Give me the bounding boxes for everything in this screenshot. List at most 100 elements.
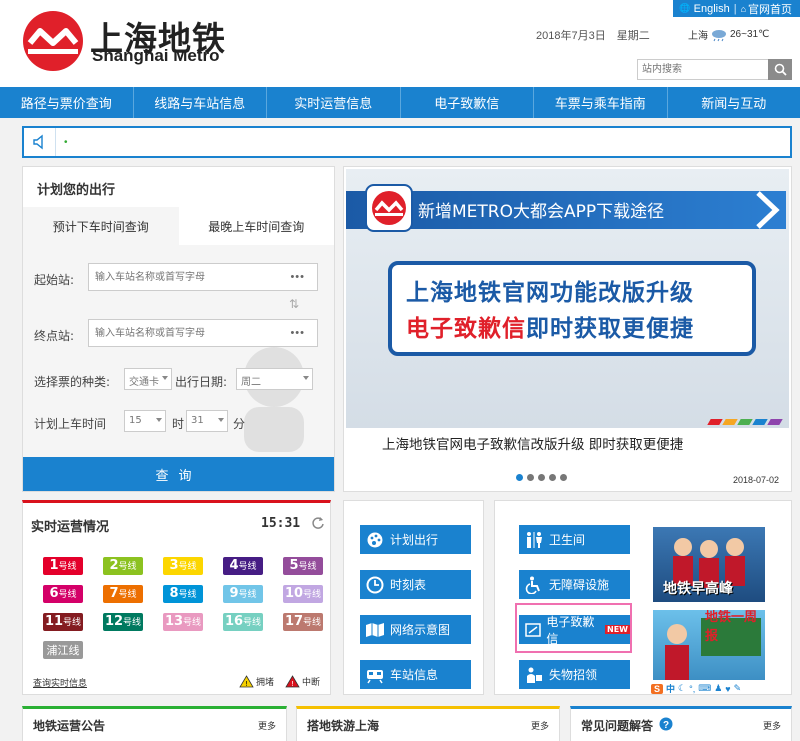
nav-realtime[interactable]: 实时运营信息 xyxy=(267,87,401,118)
network-map-button[interactable]: 网络示意图 xyxy=(360,615,471,644)
moon-icon[interactable]: ☾ xyxy=(678,683,686,694)
ticket-type-select[interactable]: 交通卡 xyxy=(124,368,172,390)
carousel-dot[interactable] xyxy=(538,474,545,481)
lost-found-label: 失物招领 xyxy=(549,668,598,682)
keyboard-icon[interactable]: ⌨ xyxy=(698,683,711,694)
line-badge-10[interactable]: 10 号线 xyxy=(283,585,323,603)
legend-interrupted-label: 中断 xyxy=(302,678,321,688)
operation-notice-more-link[interactable]: 更多 xyxy=(258,719,276,732)
line-badge-3[interactable]: 3 号线 xyxy=(163,557,203,575)
promo-weekly[interactable]: 地铁一周报 xyxy=(653,610,765,680)
carousel-dot[interactable] xyxy=(549,474,556,481)
news-banner: 新增METRO大都会APP下载途径 上海地铁官网功能改版升级 电子致歉信即时获取… xyxy=(343,166,792,492)
line-badge-4[interactable]: 4 号线 xyxy=(223,557,263,575)
search-button[interactable] xyxy=(768,59,792,80)
nav-apology-letter[interactable]: 电子致歉信 xyxy=(401,87,534,118)
carousel-dot[interactable] xyxy=(560,474,567,481)
line-number: 10 xyxy=(284,586,304,601)
line-badge-1[interactable]: 1 号线 xyxy=(43,557,83,575)
realtime-clock: 15:31 xyxy=(261,516,301,531)
carousel-dot[interactable] xyxy=(527,474,534,481)
query-button[interactable]: 查询 xyxy=(23,457,334,491)
legend-congested-label: 拥堵 xyxy=(256,678,275,688)
plan-trip-button[interactable]: 计划出行 xyxy=(360,525,471,554)
english-link[interactable]: English xyxy=(694,3,730,15)
end-station-input[interactable] xyxy=(89,320,279,346)
line-unit: 号线 xyxy=(63,618,82,628)
nav-tickets-guide[interactable]: 车票与乘车指南 xyxy=(534,87,668,118)
logo-english-text: Shanghai Metro xyxy=(92,46,220,65)
line-badge-9[interactable]: 9 号线 xyxy=(223,585,263,603)
line-unit: 号线 xyxy=(303,590,322,600)
nav-route-fare[interactable]: 路径与票价查询 xyxy=(0,87,134,118)
line-number: 2 xyxy=(109,558,119,573)
line-badge-17[interactable]: 17 号线 xyxy=(283,613,323,631)
carousel-dot[interactable] xyxy=(516,474,523,481)
home-icon: ⌂ xyxy=(740,3,746,14)
chevron-down-icon xyxy=(162,376,168,380)
hour-select[interactable]: 15 xyxy=(124,410,166,432)
shanghai-metro-logo-icon[interactable] xyxy=(22,10,84,72)
accessibility-button[interactable]: 无障碍设施 xyxy=(519,570,630,599)
promo-morning-peak[interactable]: 地铁早高峰 xyxy=(653,527,765,602)
board-line-2: 电子致歉信即时获取更便捷 xyxy=(406,309,694,343)
weekday-text: 星期二 xyxy=(616,30,650,42)
end-station-label: 终点站: xyxy=(34,329,75,343)
end-station-more-button[interactable]: ••• xyxy=(290,327,305,339)
toilet-button[interactable]: 卫生间 xyxy=(519,525,630,554)
banner-image[interactable]: 新增METRO大都会APP下载途径 上海地铁官网功能改版升级 电子致歉信即时获取… xyxy=(346,169,789,428)
line-badge-5[interactable]: 5 号线 xyxy=(283,557,323,575)
tab-last-train[interactable]: 最晚上车时间查询 xyxy=(178,207,334,245)
start-station-more-button[interactable]: ••• xyxy=(290,271,305,283)
line-badge-8[interactable]: 8 号线 xyxy=(163,585,203,603)
chevron-right-icon xyxy=(756,191,780,229)
color-stripe xyxy=(767,419,783,425)
line-badge-6[interactable]: 6 号线 xyxy=(43,585,83,603)
wrench-icon[interactable]: ✎ xyxy=(734,683,742,694)
start-station-input[interactable] xyxy=(89,264,279,290)
line-badge-2[interactable]: 2 号线 xyxy=(103,557,143,575)
train-icon xyxy=(360,666,390,684)
line-badge-7[interactable]: 7 号线 xyxy=(103,585,143,603)
promo-weekly-title: 地铁一周报 xyxy=(705,610,758,644)
station-info-button[interactable]: 车站信息 xyxy=(360,660,471,689)
tab-arrival-time[interactable]: 预计下车时间查询 xyxy=(23,207,179,245)
line-number: 6 xyxy=(49,586,59,601)
official-home-link[interactable]: 官网首页 xyxy=(748,1,792,17)
travel-date-select[interactable]: 周二 xyxy=(236,368,313,390)
line-unit: 号线 xyxy=(178,562,197,572)
color-stripe xyxy=(707,419,723,425)
line-unit: 号线 xyxy=(118,590,137,600)
banner-caption[interactable]: 上海地铁官网电子致歉信改版升级 即时获取更便捷 xyxy=(382,433,683,453)
nav-lines-stations[interactable]: 线路与车站信息 xyxy=(134,87,267,118)
search-input[interactable] xyxy=(638,60,766,79)
promo-morning-peak-title: 地铁早高峰 xyxy=(663,581,733,597)
realtime-query-link[interactable]: 查询实时信息 xyxy=(33,676,87,689)
lost-found-button[interactable]: 失物招领 xyxy=(519,660,630,689)
station-info-label: 车站信息 xyxy=(390,668,439,682)
minute-value: 31 xyxy=(191,415,204,426)
shirt-icon[interactable]: ♥ xyxy=(725,684,730,694)
faq-more-link[interactable]: 更多 xyxy=(763,719,781,732)
refresh-icon[interactable] xyxy=(311,516,325,530)
line-badge-16[interactable]: 16 号线 xyxy=(223,613,263,631)
line-badge-13[interactable]: 13 号线 xyxy=(163,613,203,631)
site-search xyxy=(637,59,792,80)
metro-tour-more-link[interactable]: 更多 xyxy=(531,719,549,732)
punctuation-icon[interactable]: °, xyxy=(689,684,695,694)
board-line-2-highlight: 电子致歉信 xyxy=(406,316,526,342)
line-unit: 号线 xyxy=(58,562,77,572)
timetable-button[interactable]: 时刻表 xyxy=(360,570,471,599)
user-icon[interactable]: ♟ xyxy=(714,683,722,694)
sogou-s-icon: S xyxy=(651,683,664,694)
nav-news-interaction[interactable]: 新闻与互动 xyxy=(668,87,800,118)
line-badge-11[interactable]: 11 号线 xyxy=(43,613,83,631)
line-badge-pujiang[interactable]: 浦江线 xyxy=(43,641,83,659)
swap-stations-icon[interactable]: ⇅ xyxy=(289,297,299,311)
accessibility-label: 无障碍设施 xyxy=(549,578,610,592)
announcement-board: 上海地铁官网功能改版升级 电子致歉信即时获取更便捷 xyxy=(388,261,756,356)
minute-select[interactable]: 31 xyxy=(186,410,228,432)
line-badge-12[interactable]: 12 号线 xyxy=(103,613,143,631)
ime-chinese-label[interactable]: 中 xyxy=(666,682,675,695)
apology-letter-button[interactable]: 电子致歉信 NEW xyxy=(519,615,630,646)
